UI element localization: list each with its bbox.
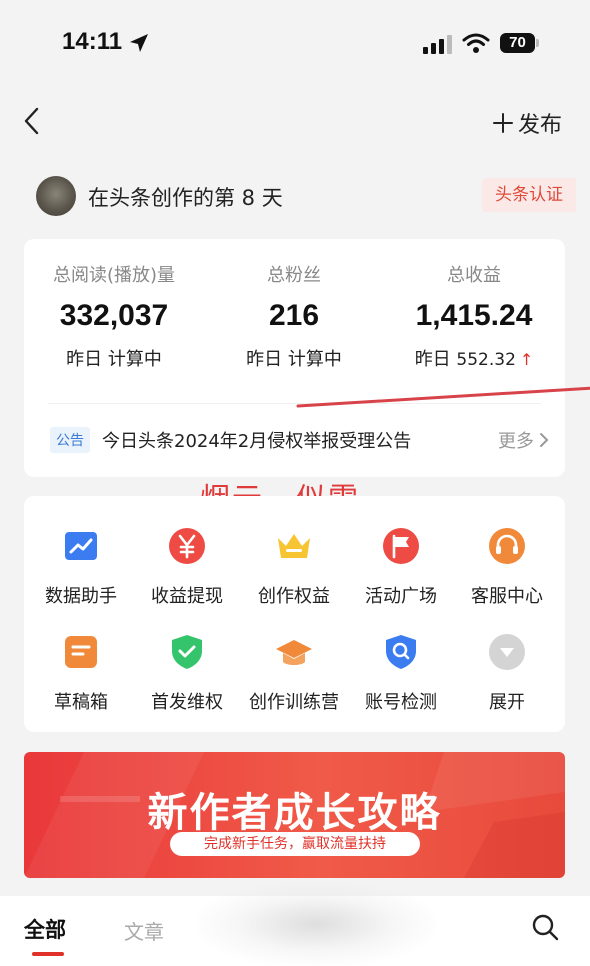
more-link[interactable]: 更多 — [498, 427, 550, 453]
tool-label: 创作训练营 — [249, 692, 339, 713]
tool-label: 数据助手 — [45, 586, 117, 607]
search-shield-icon — [386, 635, 416, 669]
tool-data-assistant[interactable]: 数据助手 — [27, 526, 135, 608]
back-icon[interactable] — [18, 106, 48, 136]
stat-yesterday: 昨日 计算中 — [246, 349, 342, 370]
tool-label: 创作权益 — [258, 586, 330, 607]
creator-info: 在头条创作的第 8 天 头条认证 — [36, 176, 576, 216]
plus-icon — [492, 113, 513, 133]
tool-label: 首发维权 — [151, 692, 223, 713]
battery-indicator: 70 — [500, 33, 540, 53]
battery-level: 70 — [500, 33, 535, 53]
banner-subtitle: 完成新手任务，赢取流量扶持 — [170, 832, 420, 856]
graduation-cap-icon — [276, 640, 312, 665]
stats-card: 总阅读(播放)量 332,037 昨日 计算中 总粉丝 216 昨日 计算中 总… — [24, 239, 565, 477]
avatar[interactable] — [36, 176, 76, 216]
tool-earnings-withdraw[interactable]: 收益提现 — [133, 526, 241, 608]
publish-label: 发布 — [517, 113, 562, 138]
flag-icon — [383, 528, 419, 564]
chart-icon — [65, 532, 97, 560]
active-tab-indicator — [32, 952, 64, 956]
announcement-text[interactable]: 今日头条2024年2月侵权举报受理公告 — [102, 427, 411, 453]
tool-customer-service[interactable]: 客服中心 — [453, 526, 561, 608]
image-smudge — [196, 882, 436, 966]
status-bar: 14:11 70 — [0, 0, 590, 90]
tool-label: 客服中心 — [471, 586, 543, 607]
tool-creator-camp[interactable]: 创作训练营 — [240, 632, 348, 714]
creator-days-text: 在头条创作的第 8 天 — [88, 186, 283, 210]
tool-label: 活动广场 — [365, 586, 437, 607]
trend-up-icon: ↑ — [519, 350, 534, 369]
location-arrow-icon — [130, 34, 148, 52]
banner-title: 新作者成长攻略 — [147, 790, 442, 836]
tab-all[interactable]: 全部 — [24, 914, 66, 944]
tools-grid: 数据助手 收益提现 创作权益 活动广场 客服中心 草稿箱 首发维权 创作训练营 … — [24, 496, 565, 732]
stat-value: 332,037 — [59, 299, 169, 332]
stat-label: 总粉丝 — [267, 265, 321, 286]
content-tabs: 全部 文章 — [0, 882, 590, 966]
newbie-guide-banner[interactable]: 新作者成长攻略 完成新手任务，赢取流量扶持 — [24, 752, 565, 878]
tool-label: 展开 — [489, 692, 525, 713]
stat-yesterday: 昨日 计算中 — [66, 349, 162, 370]
search-icon[interactable] — [530, 912, 560, 942]
stat-fans[interactable]: 总粉丝 216 昨日 计算中 — [204, 261, 384, 371]
stat-value: 216 — [268, 299, 320, 332]
stat-label: 总阅读(播放)量 — [52, 265, 176, 286]
status-time: 14:11 — [62, 28, 123, 55]
tool-account-check[interactable]: 账号检测 — [347, 632, 455, 714]
certification-badge[interactable]: 头条认证 — [482, 178, 576, 212]
stat-reads[interactable]: 总阅读(播放)量 332,037 昨日 计算中 — [24, 261, 204, 371]
top-nav: 发布 — [0, 96, 590, 152]
divider — [48, 403, 541, 404]
tool-activity-square[interactable]: 活动广场 — [347, 526, 455, 608]
tab-article[interactable]: 文章 — [124, 916, 164, 945]
tool-label: 收益提现 — [151, 586, 223, 607]
wifi-icon — [462, 33, 490, 53]
stat-yesterday: 昨日 552.32 ↑ — [414, 349, 534, 370]
headset-icon — [489, 528, 525, 564]
tool-label: 草稿箱 — [54, 692, 108, 713]
tool-drafts[interactable]: 草稿箱 — [27, 632, 135, 714]
announcement-tag: 公告 — [50, 427, 90, 453]
tool-label: 账号检测 — [365, 692, 437, 713]
announcement-row[interactable]: 公告 今日头条2024年2月侵权举报受理公告 更多 — [50, 425, 550, 455]
cellular-signal-icon — [423, 35, 452, 54]
shield-icon — [172, 635, 202, 669]
tool-creator-rights[interactable]: 创作权益 — [240, 526, 348, 608]
chevron-right-icon — [540, 433, 549, 447]
tool-expand[interactable]: 展开 — [453, 632, 561, 714]
crown-icon — [278, 534, 310, 558]
yuan-icon — [169, 528, 205, 564]
stat-label: 总收益 — [447, 265, 501, 286]
draft-icon — [65, 636, 97, 668]
tool-original-protection[interactable]: 首发维权 — [133, 632, 241, 714]
publish-button[interactable]: 发布 — [492, 108, 562, 138]
stat-value: 1,415.24 — [415, 299, 533, 332]
stat-earnings[interactable]: 总收益 1,415.24 昨日 552.32 ↑ — [384, 261, 564, 371]
expand-icon — [489, 634, 525, 670]
